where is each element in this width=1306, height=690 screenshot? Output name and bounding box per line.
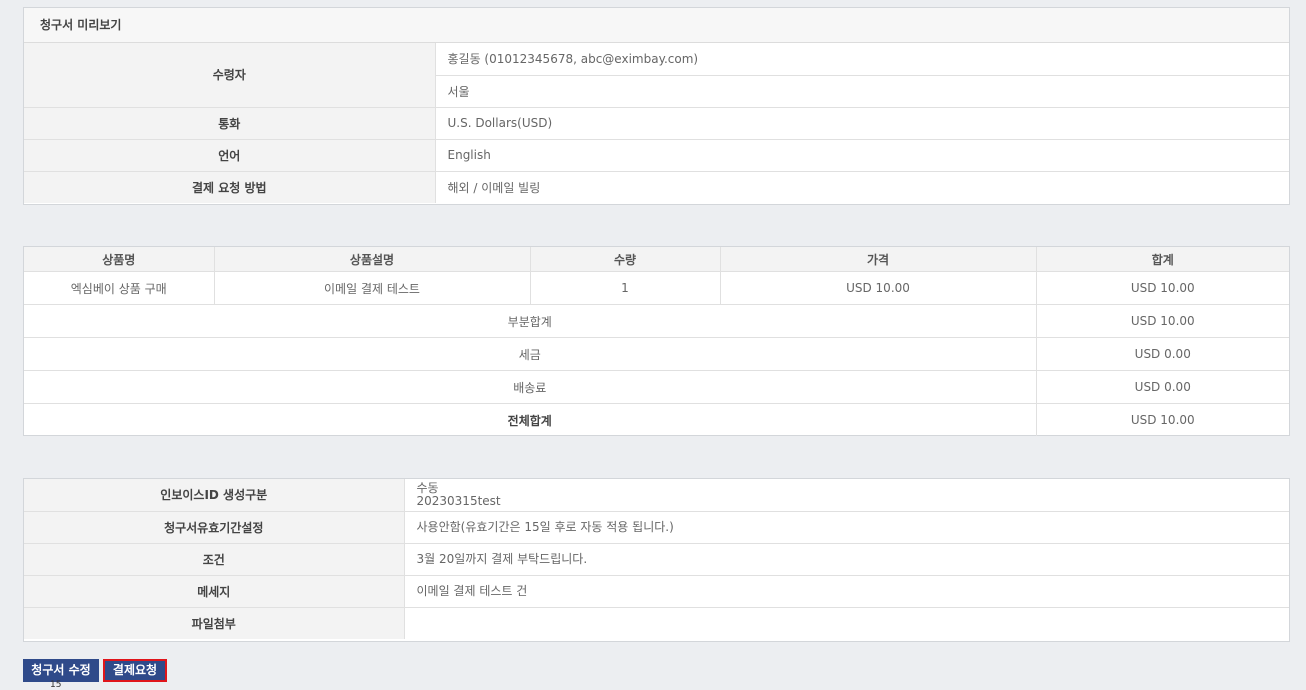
validity-label: 청구서유효기간설정 xyxy=(24,510,405,544)
item-price: USD 10.00 xyxy=(719,271,1037,305)
items-table: 상품명 상품설명 수량 가격 합계 엑심베이 상품 구매 이메일 결제 테스트 … xyxy=(24,247,1289,436)
payment-method-label: 결제 요청 방법 xyxy=(24,170,436,203)
page-number: 15 xyxy=(50,680,62,690)
items-panel: 상품명 상품설명 수량 가격 합계 엑심베이 상품 구매 이메일 결제 테스트 … xyxy=(23,246,1290,436)
item-total: USD 10.00 xyxy=(1035,271,1289,305)
recipient-info-table: 수령자 홍길동 (01012345678, abc@eximbay.com) 서… xyxy=(24,43,1289,203)
item-name: 엑심베이 상품 구매 xyxy=(24,271,215,305)
column-header-description: 상품설명 xyxy=(213,247,531,272)
recipient-city: 서울 xyxy=(435,74,1289,108)
invoice-id-cell: 수동 20230315test xyxy=(403,479,1289,512)
column-header-price: 가격 xyxy=(719,247,1037,272)
shipping-label: 배송료 xyxy=(24,370,1037,404)
attachment-label: 파일첨부 xyxy=(24,606,405,639)
column-header-total: 합계 xyxy=(1035,247,1289,272)
invoice-id-mode: 수동 xyxy=(416,480,439,495)
invoice-details-table: 인보이스ID 생성구분 수동 20230315test 청구서유효기간설정 사용… xyxy=(24,479,1289,639)
column-header-quantity: 수량 xyxy=(529,247,721,272)
validity-value: 사용안함(유효기간은 15일 후로 자동 적용 됩니다.) xyxy=(403,510,1289,544)
attachment-value[interactable] xyxy=(403,606,1289,639)
terms-label: 조건 xyxy=(24,542,405,576)
recipient-contact: 홍길동 (01012345678, abc@eximbay.com) xyxy=(434,43,1289,76)
currency-value: U.S. Dollars(USD) xyxy=(434,106,1289,140)
language-label: 언어 xyxy=(24,138,436,172)
panel-title: 청구서 미리보기 xyxy=(24,8,1289,43)
message-label: 메세지 xyxy=(24,574,405,608)
language-value: English xyxy=(434,138,1289,172)
subtotal-label: 부분합계 xyxy=(24,304,1037,338)
invoice-preview-panel: 청구서 미리보기 수령자 홍길동 (01012345678, abc@eximb… xyxy=(23,7,1290,205)
invoice-id-label: 인보이스ID 생성구분 xyxy=(24,479,405,512)
invoice-id-value: 20230315test xyxy=(416,493,501,508)
table-row: 엑심베이 상품 구매 이메일 결제 테스트 1 USD 10.00 USD 10… xyxy=(24,271,1289,305)
grand-total-value: USD 10.00 xyxy=(1035,403,1289,436)
recipient-label: 수령자 xyxy=(24,43,436,108)
tax-label: 세금 xyxy=(24,337,1037,371)
message-value: 이메일 결제 테스트 건 xyxy=(403,574,1289,608)
grand-total-label: 전체합계 xyxy=(24,403,1037,436)
item-description: 이메일 결제 테스트 xyxy=(213,271,531,305)
column-header-product: 상품명 xyxy=(24,247,215,272)
shipping-value: USD 0.00 xyxy=(1035,370,1289,404)
edit-invoice-button[interactable]: 청구서 수정 xyxy=(23,659,99,682)
currency-label: 통화 xyxy=(24,106,436,140)
subtotal-value: USD 10.00 xyxy=(1035,304,1289,338)
invoice-details-panel: 인보이스ID 생성구분 수동 20230315test 청구서유효기간설정 사용… xyxy=(23,478,1290,642)
request-payment-button[interactable]: 결제요청 xyxy=(103,659,167,682)
terms-value: 3월 20일까지 결제 부탁드립니다. xyxy=(403,542,1289,576)
payment-method-value: 해외 / 이메일 빌링 xyxy=(434,170,1289,203)
tax-value: USD 0.00 xyxy=(1035,337,1289,371)
item-quantity: 1 xyxy=(529,271,721,305)
